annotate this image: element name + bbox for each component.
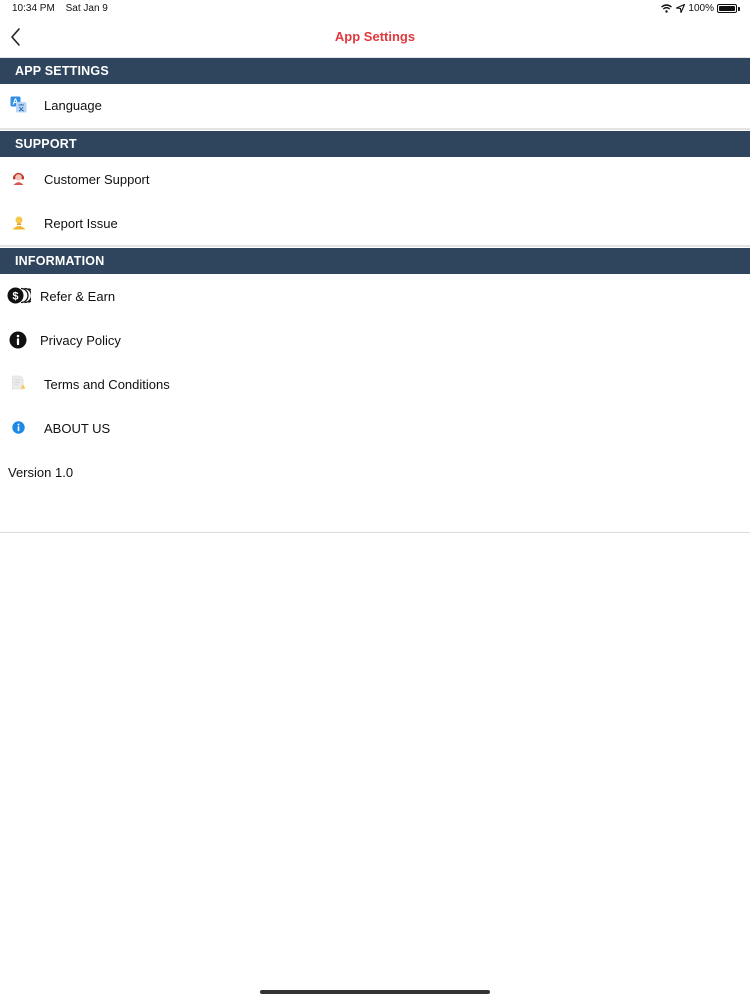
settings-item-label: Terms and Conditions <box>44 377 170 392</box>
info-circle-icon <box>9 331 27 349</box>
location-arrow-icon <box>676 4 686 13</box>
status-bar: 10:34 PM Sat Jan 9 100% <box>0 0 750 18</box>
battery-percent: 100% <box>688 3 714 14</box>
section-header-support: SUPPORT <box>0 131 750 157</box>
settings-item-terms[interactable]: Terms and Conditions <box>0 362 750 406</box>
settings-item-label: ABOUT US <box>44 421 111 436</box>
battery-tip <box>738 6 740 11</box>
status-date: Sat Jan 9 <box>65 3 108 14</box>
wifi-icon <box>661 4 673 13</box>
page-title: App Settings <box>334 29 416 44</box>
customer-support-icon <box>11 171 26 186</box>
settings-item-privacy-policy[interactable]: Privacy Policy <box>0 318 750 362</box>
settings-item-label: Language <box>44 98 102 113</box>
settings-item-label: Refer & Earn <box>40 289 116 304</box>
settings-item-report-issue[interactable]: Report Issue <box>0 201 750 245</box>
settings-item-refer-earn[interactable]: $ Refer & Earn <box>0 274 750 318</box>
content-bottom-divider <box>0 532 750 533</box>
status-bar-left: 10:34 PM Sat Jan 9 <box>12 3 116 14</box>
about-info-icon <box>12 421 25 434</box>
settings-item-language[interactable]: A Language <box>0 84 750 128</box>
nav-bar: App Settings <box>0 18 750 58</box>
document-icon <box>11 375 27 391</box>
battery-icon <box>717 4 737 13</box>
svg-text:$: $ <box>12 291 18 303</box>
settings-item-label: Customer Support <box>44 172 150 187</box>
section-header-information: INFORMATION <box>0 248 750 274</box>
settings-item-label: Privacy Policy <box>40 333 121 348</box>
settings-item-customer-support[interactable]: Customer Support <box>0 157 750 201</box>
section-divider <box>0 245 750 247</box>
coins-icon: $ <box>7 287 31 304</box>
version-label: Version 1.0 <box>8 465 74 480</box>
settings-item-about-us[interactable]: ABOUT US <box>0 406 750 450</box>
section-header-app-settings: APP SETTINGS <box>0 58 750 84</box>
report-issue-icon <box>11 215 27 230</box>
settings-item-label: Report Issue <box>44 216 118 231</box>
status-bar-right: 100% <box>661 3 740 14</box>
section-divider <box>0 128 750 130</box>
translate-icon: A <box>10 96 27 113</box>
status-time: 10:34 PM <box>12 3 55 14</box>
home-indicator[interactable] <box>260 990 490 994</box>
